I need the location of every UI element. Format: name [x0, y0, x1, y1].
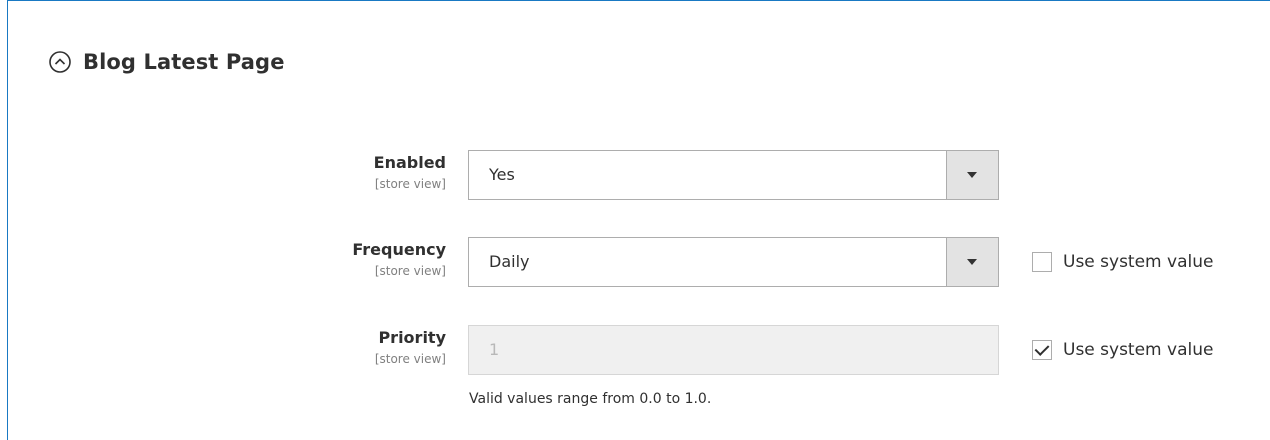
field-row-priority: Priority [store view] 1 Valid values ran… [0, 325, 1270, 407]
field-scope: [store view] [374, 352, 446, 366]
select-value: Yes [489, 165, 515, 184]
field-note: Valid values range from 0.0 to 1.0. [469, 391, 712, 407]
frequency-select[interactable]: Daily [468, 237, 999, 287]
collapse-circle-icon [48, 50, 72, 74]
input-value: 1 [489, 340, 500, 359]
field-label: Enabled [373, 153, 446, 172]
field-label-group: Priority [store view] [246, 325, 446, 366]
priority-use-system-toggle[interactable]: Use system value [1032, 340, 1213, 360]
field-row-frequency: Frequency [store view] Daily Use system … [0, 237, 1270, 289]
field-row-enabled: Enabled [store view] Yes [0, 150, 1270, 202]
frequency-use-system-toggle[interactable]: Use system value [1032, 252, 1213, 272]
use-system-label: Use system value [1063, 340, 1214, 360]
field-label-group: Frequency [store view] [246, 237, 446, 278]
field-scope: [store view] [374, 177, 446, 191]
field-label-group: Enabled [store view] [246, 150, 446, 191]
field-label: Priority [378, 328, 446, 347]
section-title: Blog Latest Page [83, 50, 285, 74]
select-value: Daily [489, 252, 530, 271]
section-header-toggle[interactable]: Blog Latest Page [48, 50, 285, 74]
priority-input[interactable]: 1 [468, 325, 999, 375]
priority-use-system-checkbox[interactable] [1032, 340, 1052, 360]
chevron-down-icon [967, 172, 977, 178]
use-system-label: Use system value [1063, 252, 1214, 272]
enabled-select[interactable]: Yes [468, 150, 999, 200]
field-scope: [store view] [374, 264, 446, 278]
frequency-use-system-checkbox[interactable] [1032, 252, 1052, 272]
chevron-down-icon [967, 259, 977, 265]
select-toggle[interactable] [946, 238, 998, 286]
select-toggle[interactable] [946, 151, 998, 199]
field-label: Frequency [352, 240, 446, 259]
